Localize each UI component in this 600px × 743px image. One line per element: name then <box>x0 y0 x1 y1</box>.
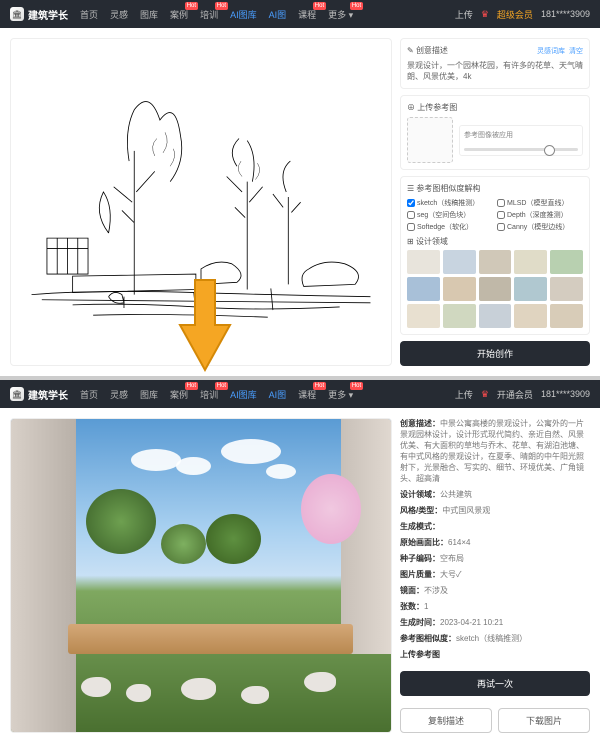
style-thumb[interactable] <box>443 250 476 274</box>
nav: 首页灵感图库案例Hot 培训Hot AI图库 AI图课程Hot 更多Hot ▾ <box>80 8 353 21</box>
nav-更多[interactable]: 更多Hot ▾ <box>328 8 353 21</box>
brand: 建筑学长 <box>28 7 68 22</box>
nav-培训[interactable]: 培训Hot <box>200 388 218 401</box>
meta-row: 图片质量：大号✓ <box>400 569 590 580</box>
meta-row: 原始画面比：614×4 <box>400 537 590 548</box>
style-thumb[interactable] <box>407 277 440 301</box>
mode-Canny[interactable]: Canny（模型边线） <box>497 222 583 232</box>
style-thumb[interactable] <box>407 304 440 328</box>
style-thumb[interactable] <box>550 250 583 274</box>
mode-Softedge[interactable]: Softedge（软化） <box>407 222 493 232</box>
pencil-icon: ✎ 创意描述 <box>407 45 448 56</box>
hot-badge: Hot <box>215 2 228 10</box>
hot-badge: Hot <box>350 2 363 10</box>
nav-首页[interactable]: 首页 <box>80 388 98 401</box>
ref-weight[interactable]: 参考图像被应用 <box>459 125 583 156</box>
meta-row: 生成时间：2023-04-21 10:21 <box>400 617 590 628</box>
user-id: 181****3909 <box>541 9 590 19</box>
meta-row: 生成模式： <box>400 521 590 532</box>
hot-badge: Hot <box>185 2 198 10</box>
meta-row: 风格/类型：中式国风景观 <box>400 505 590 516</box>
weight-slider[interactable] <box>464 148 578 151</box>
meta-row: 张数：1 <box>400 601 590 612</box>
hot-badge: Hot <box>215 382 228 390</box>
logo-icon: 🏛 <box>10 387 24 401</box>
desc-text[interactable]: 景观设计，一个园林花园，有许多的花草、天气晴朗、风景优美，4k <box>407 60 583 82</box>
style-thumb[interactable] <box>514 304 547 328</box>
output-panel: 🏛 建筑学长 首页灵感图库案例Hot 培训Hot AI图库 AI图课程Hot 更多Hot… <box>0 380 600 743</box>
meta-row: 参考图相似度：sketch（线稿推测） <box>400 633 590 644</box>
mode-sketch[interactable]: sketch（线稿推测） <box>407 198 493 208</box>
topbar: 🏛 建筑学长 首页灵感图库案例Hot 培训Hot AI图库 AI图课程Hot 更多Hot… <box>0 0 600 28</box>
nav-AI图库[interactable]: AI图库 <box>230 388 257 401</box>
retry-button[interactable]: 再试一次 <box>400 671 590 696</box>
mode-MLSD[interactable]: MLSD（模型直线） <box>497 198 583 208</box>
nav-课程[interactable]: 课程Hot <box>298 8 316 21</box>
nav-AI图库[interactable]: AI图库 <box>230 8 257 21</box>
nav-案例[interactable]: 案例Hot <box>170 8 188 21</box>
field-title: 设计领域 <box>416 237 448 246</box>
nav-案例[interactable]: 案例Hot <box>170 388 188 401</box>
meta-row: 镜面：不涉及 <box>400 585 590 596</box>
hot-badge: Hot <box>185 382 198 390</box>
mode-card: ☰ 参考图相似度解构 sketch（线稿推测）MLSD（模型直线）seg（空间色… <box>400 176 590 335</box>
hot-badge: Hot <box>350 382 363 390</box>
copy-desc-button[interactable]: 复制描述 <box>400 708 492 733</box>
style-thumb[interactable] <box>407 250 440 274</box>
meta-list: 创意描述：中景公寓高楼的景观设计，公寓外的一片景观园林设计，设计形式现代简约、亲… <box>400 418 590 665</box>
style-thumb[interactable] <box>479 304 512 328</box>
nav-图库[interactable]: 图库 <box>140 8 158 21</box>
input-panel: 🏛 建筑学长 首页灵感图库案例Hot 培训Hot AI图库 AI图课程Hot 更多Hot… <box>0 0 600 376</box>
upload-link[interactable]: 上传 <box>455 388 473 401</box>
nav-灵感[interactable]: 灵感 <box>110 388 128 401</box>
download-button[interactable]: 下载图片 <box>498 708 590 733</box>
style-thumb[interactable] <box>443 277 476 301</box>
vip-badge[interactable]: 超级会员 <box>497 8 533 21</box>
crown-icon: ♛ <box>481 389 489 400</box>
nav: 首页灵感图库案例Hot 培训Hot AI图库 AI图课程Hot 更多Hot ▾ <box>80 388 353 401</box>
render-canvas[interactable] <box>10 418 392 733</box>
upload-link[interactable]: 上传 <box>455 8 473 21</box>
nav-AI图[interactable]: AI图 <box>269 8 287 21</box>
desc-card: ✎ 创意描述 灵感词库清空 景观设计，一个园林花园，有许多的花草、天气晴朗、风景… <box>400 38 590 89</box>
mode-Depth[interactable]: Depth（深度推测） <box>497 210 583 220</box>
style-thumb[interactable] <box>514 250 547 274</box>
nav-图库[interactable]: 图库 <box>140 388 158 401</box>
sidebar: ✎ 创意描述 灵感词库清空 景观设计，一个园林花园，有许多的花草、天气晴朗、风景… <box>400 38 590 366</box>
style-thumb[interactable] <box>514 277 547 301</box>
style-thumb[interactable] <box>550 304 583 328</box>
style-thumb[interactable] <box>550 277 583 301</box>
topbar-2: 🏛 建筑学长 首页灵感图库案例Hot 培训Hot AI图库 AI图课程Hot 更多Hot… <box>0 380 600 408</box>
style-thumb[interactable] <box>443 304 476 328</box>
crown-icon: ♛ <box>481 9 489 20</box>
style-thumb[interactable] <box>479 250 512 274</box>
brand: 建筑学长 <box>28 387 68 402</box>
clear-link[interactable]: 清空 <box>569 48 583 55</box>
nav-AI图[interactable]: AI图 <box>269 388 287 401</box>
nav-培训[interactable]: 培训Hot <box>200 8 218 21</box>
logo-icon: 🏛 <box>10 7 24 21</box>
mode-seg[interactable]: seg（空间色块） <box>407 210 493 220</box>
hot-badge: Hot <box>313 382 326 390</box>
nav-课程[interactable]: 课程Hot <box>298 388 316 401</box>
render-image <box>11 419 391 732</box>
user-id: 181****3909 <box>541 389 590 399</box>
nav-首页[interactable]: 首页 <box>80 8 98 21</box>
generate-button[interactable]: 开始创作 <box>400 341 590 366</box>
style-thumb[interactable] <box>479 277 512 301</box>
arrow-icon <box>175 275 235 378</box>
meta-row: 设计领域：公共建筑 <box>400 489 590 500</box>
ref-title: 上传参考图 <box>417 103 457 112</box>
nav-灵感[interactable]: 灵感 <box>110 8 128 21</box>
ref-upload-slot[interactable] <box>407 117 453 163</box>
result-sidebar: 创意描述：中景公寓高楼的景观设计，公寓外的一片景观园林设计，设计形式现代简约、亲… <box>400 418 590 733</box>
meta-row: 种子编码：空布局 <box>400 553 590 564</box>
meta-row: 上传参考图 <box>400 649 590 660</box>
sim-title: 参考图相似度解构 <box>416 184 480 193</box>
open-vip[interactable]: 开通会员 <box>497 388 533 401</box>
hot-badge: Hot <box>313 2 326 10</box>
nav-更多[interactable]: 更多Hot ▾ <box>328 388 353 401</box>
ref-card: ⊕ 上传参考图 参考图像被应用 <box>400 95 590 170</box>
inspiration-link[interactable]: 灵感词库 <box>537 48 565 55</box>
